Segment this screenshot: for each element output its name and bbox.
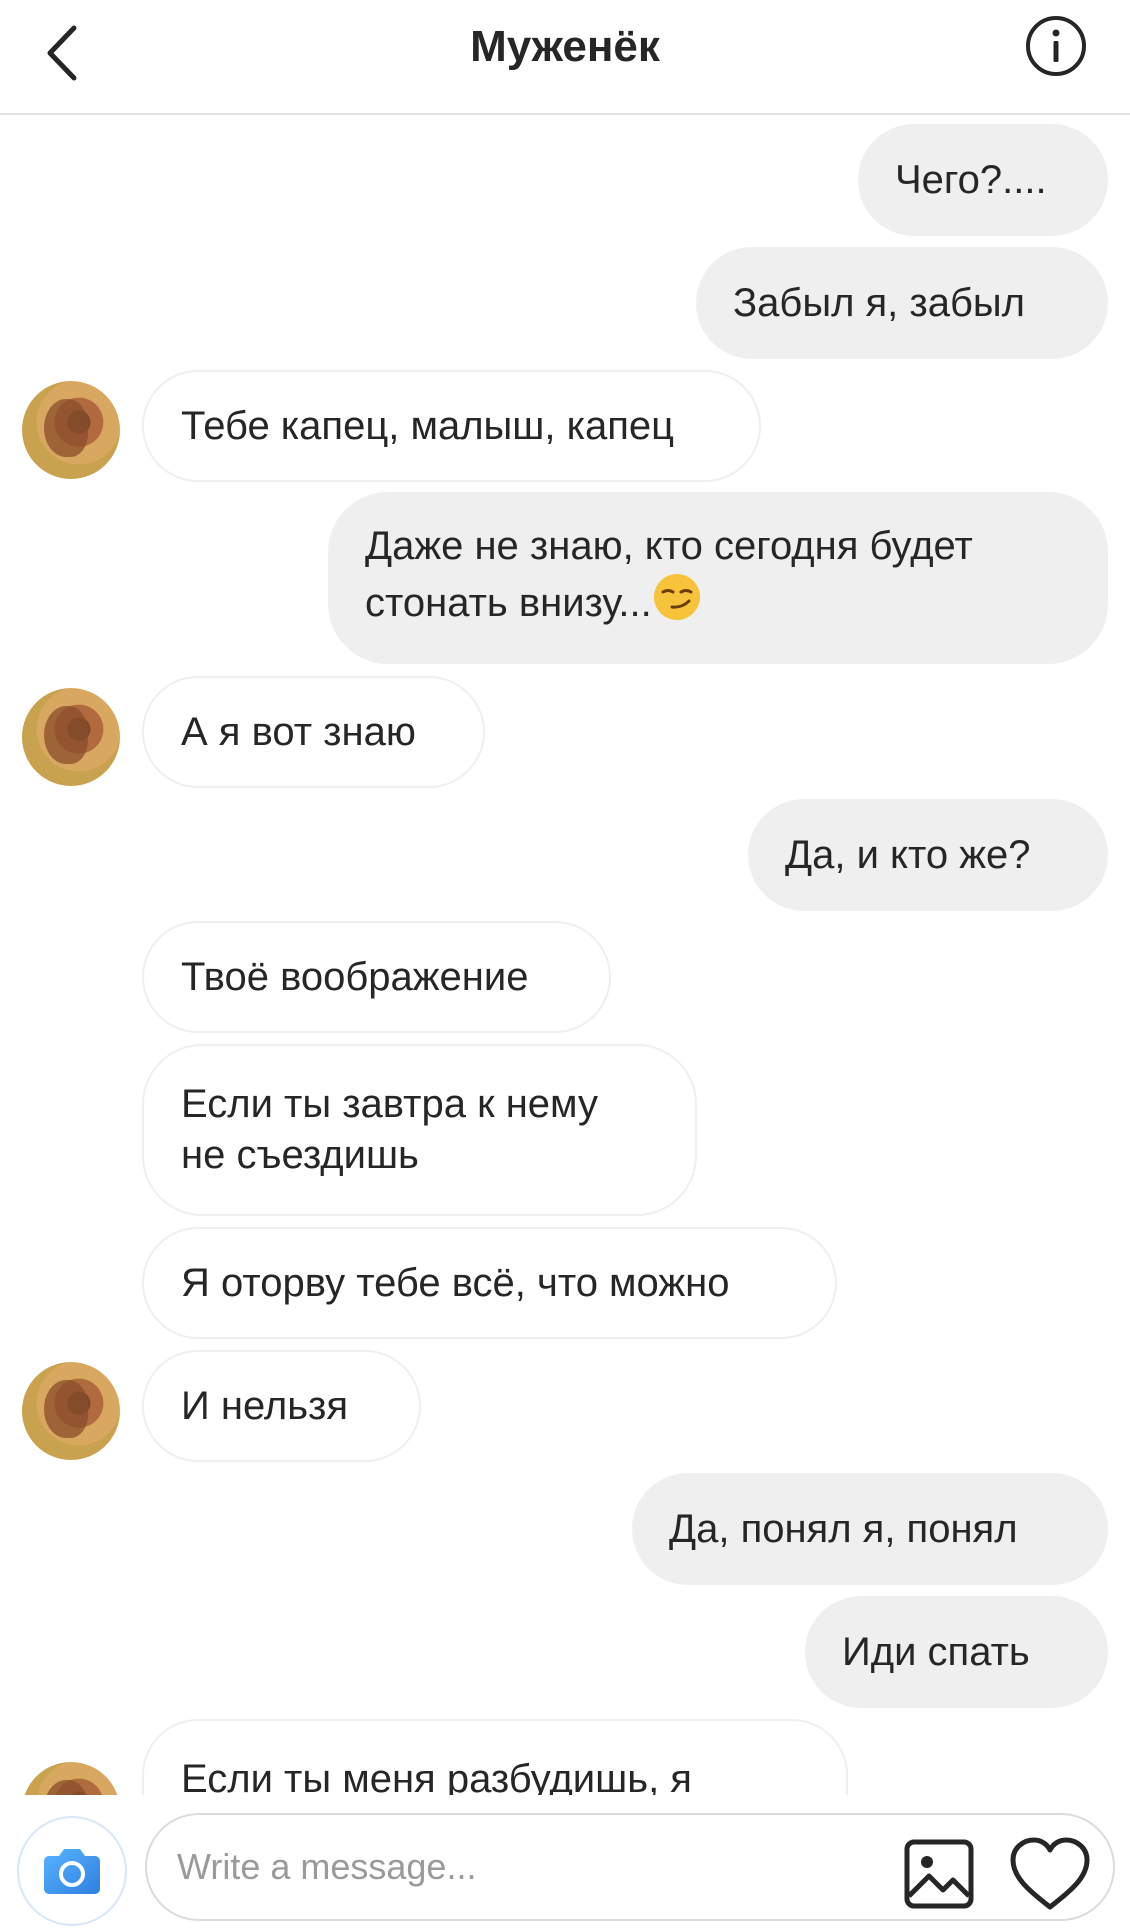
gallery-button[interactable] (903, 1838, 975, 1910)
contact-avatar[interactable] (22, 1362, 120, 1460)
camera-icon (44, 1849, 100, 1894)
message-text: А я вот знаю (181, 709, 416, 754)
message-text: Да, понял я, понял (669, 1506, 1018, 1551)
message-text: Я оторву тебе всё, что можно (181, 1260, 730, 1305)
message-bubble-incoming[interactable]: Если ты меня разбудишь, я (142, 1719, 848, 1795)
message-text: Чего?.... (895, 157, 1047, 202)
message-thread[interactable]: Чего?.... Забыл я, забыл Тебе капец, мал… (0, 115, 1130, 1795)
message-bubble-outgoing[interactable]: Иди спать (805, 1596, 1108, 1708)
message-bubble-outgoing[interactable]: Даже не знаю, кто сегодня будет стонать … (328, 492, 1108, 664)
message-bubble-incoming[interactable]: Я оторву тебе всё, что можно (142, 1227, 837, 1339)
message-text: Иди спать (842, 1629, 1030, 1674)
contact-avatar[interactable] (22, 381, 120, 479)
message-text: Да, и кто же? (785, 832, 1031, 877)
message-composer (0, 1795, 1130, 1926)
message-text-line: Если ты завтра к нему (181, 1082, 598, 1126)
chat-header: Муженёк (0, 0, 1130, 115)
contact-avatar[interactable] (22, 688, 120, 786)
message-bubble-outgoing[interactable]: Да, и кто же? (748, 799, 1108, 911)
message-text-line: не съездишь (181, 1133, 419, 1177)
image-icon (904, 1839, 974, 1909)
message-text-line-with-emoji: стонать внизу... (365, 572, 1071, 635)
message-text-line: Даже не знаю, кто сегодня будет (365, 524, 973, 568)
chat-title[interactable]: Муженёк (0, 22, 1130, 72)
message-text: И нельзя (181, 1383, 349, 1428)
message-bubble-incoming[interactable]: И нельзя (142, 1350, 421, 1462)
camera-button[interactable] (17, 1816, 127, 1926)
message-bubble-incoming[interactable]: А я вот знаю (142, 676, 485, 788)
message-bubble-incoming[interactable]: Твоё воображение (142, 921, 611, 1033)
heart-icon (1010, 1837, 1090, 1910)
message-text: Твоё воображение (181, 954, 529, 999)
info-button[interactable] (1024, 14, 1088, 78)
info-icon (1026, 16, 1086, 76)
message-text: Забыл я, забыл (733, 280, 1025, 325)
message-bubble-outgoing[interactable]: Забыл я, забыл (696, 247, 1108, 359)
smirk-emoji-icon (652, 572, 702, 635)
message-bubble-incoming[interactable]: Тебе капец, малыш, капец (142, 370, 761, 482)
message-bubble-incoming[interactable]: Если ты завтра к нему не съездишь (142, 1044, 697, 1216)
message-bubble-outgoing[interactable]: Да, понял я, понял (632, 1473, 1108, 1585)
message-text: Тебе капец, малыш, капец (181, 403, 675, 448)
contact-avatar[interactable] (22, 1762, 120, 1795)
like-button[interactable] (1008, 1835, 1092, 1913)
message-text: Если ты меня разбудишь, я (181, 1757, 692, 1795)
message-bubble-outgoing[interactable]: Чего?.... (858, 124, 1108, 236)
message-text-line: стонать внизу... (365, 581, 652, 625)
